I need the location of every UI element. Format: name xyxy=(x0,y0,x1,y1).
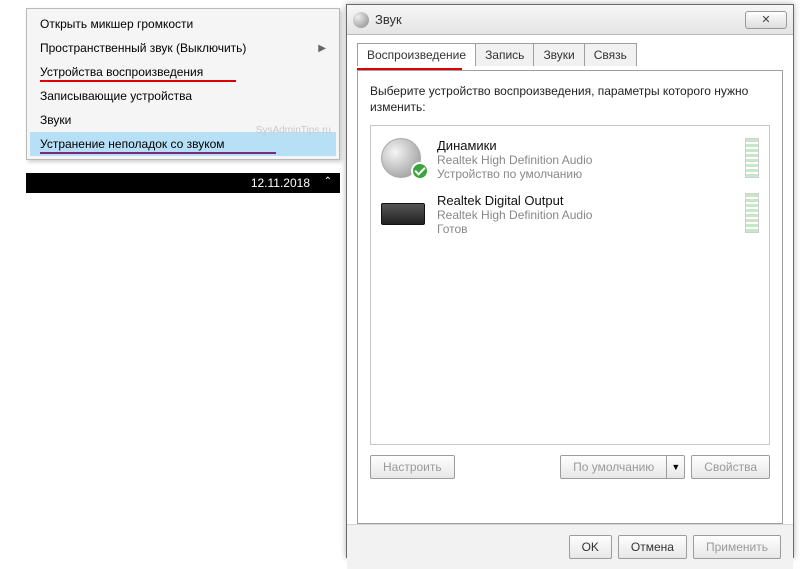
ok-button[interactable]: OK xyxy=(569,535,612,559)
instruction-text: Выберите устройство воспроизведения, пар… xyxy=(370,83,770,115)
playback-device-list[interactable]: Динамики Realtek High Definition Audio У… xyxy=(370,125,770,445)
menu-item-label: Пространственный звук (Выключить) xyxy=(40,41,246,55)
menu-item-label: Открыть микшер громкости xyxy=(40,17,193,31)
menu-item-label: Звуки xyxy=(40,113,71,127)
menu-item-label: Устранение неполадок со звуком xyxy=(40,137,225,151)
chevron-up-icon[interactable]: ⌃ xyxy=(324,176,332,187)
level-meter xyxy=(745,138,759,178)
tab-panel-playback: Выберите устройство воспроизведения, пар… xyxy=(357,70,783,524)
digital-output-icon xyxy=(381,193,427,233)
menu-playback-devices[interactable]: Устройства воспроизведения xyxy=(30,60,336,84)
level-meter xyxy=(745,193,759,233)
menu-troubleshoot-sound[interactable]: Устранение неполадок со звуком xyxy=(30,132,336,156)
menu-item-label: Устройства воспроизведения xyxy=(40,65,203,79)
sound-dialog: Звук ✕ Воспроизведение Запись Звуки Связ… xyxy=(346,4,794,558)
device-name: Динамики xyxy=(437,138,592,153)
window-title: Звук xyxy=(375,12,402,27)
apply-button[interactable]: Применить xyxy=(693,535,781,559)
device-driver: Realtek High Definition Audio xyxy=(437,153,592,167)
speaker-icon xyxy=(381,138,427,178)
annotation-underline xyxy=(40,152,276,154)
tab-communications[interactable]: Связь xyxy=(584,43,637,66)
taskbar-strip: 12.11.2018 ⌃ xyxy=(26,173,340,193)
configure-button[interactable]: Настроить xyxy=(370,455,455,479)
submenu-arrow-icon: ▶ xyxy=(318,43,326,54)
properties-button[interactable]: Свойства xyxy=(691,455,770,479)
device-driver: Realtek High Definition Audio xyxy=(437,208,592,222)
tab-sounds[interactable]: Звуки xyxy=(533,43,584,66)
tab-strip: Воспроизведение Запись Звуки Связь xyxy=(357,43,783,66)
device-item-digital-output[interactable]: Realtek Digital Output Realtek High Defi… xyxy=(377,187,763,242)
set-default-split-button[interactable]: По умолчанию ▼ xyxy=(560,455,685,479)
default-check-icon xyxy=(411,162,429,180)
dialog-button-row: OK Отмена Применить xyxy=(347,524,793,569)
volume-context-menu: Открыть микшер громкости Пространственны… xyxy=(26,8,340,160)
sound-icon xyxy=(353,12,369,28)
device-name: Realtek Digital Output xyxy=(437,193,592,208)
cancel-button[interactable]: Отмена xyxy=(618,535,687,559)
menu-item-label: Записывающие устройства xyxy=(40,89,192,103)
menu-spatial-sound[interactable]: Пространственный звук (Выключить) ▶ xyxy=(30,36,336,60)
chevron-down-icon[interactable]: ▼ xyxy=(667,455,685,479)
device-status: Устройство по умолчанию xyxy=(437,167,592,181)
device-status: Готов xyxy=(437,222,592,236)
close-button[interactable]: ✕ xyxy=(745,11,787,29)
annotation-underline xyxy=(40,80,236,82)
menu-sounds[interactable]: Звуки xyxy=(30,108,336,132)
menu-open-mixer[interactable]: Открыть микшер громкости xyxy=(30,12,336,36)
tab-playback[interactable]: Воспроизведение xyxy=(357,43,476,66)
titlebar[interactable]: Звук ✕ xyxy=(347,5,793,35)
set-default-button[interactable]: По умолчанию xyxy=(560,455,667,479)
tab-recording[interactable]: Запись xyxy=(475,43,534,66)
close-icon: ✕ xyxy=(761,13,770,26)
taskbar-date: 12.11.2018 xyxy=(251,176,310,190)
device-item-speakers[interactable]: Динамики Realtek High Definition Audio У… xyxy=(377,132,763,187)
menu-recording-devices[interactable]: Записывающие устройства xyxy=(30,84,336,108)
